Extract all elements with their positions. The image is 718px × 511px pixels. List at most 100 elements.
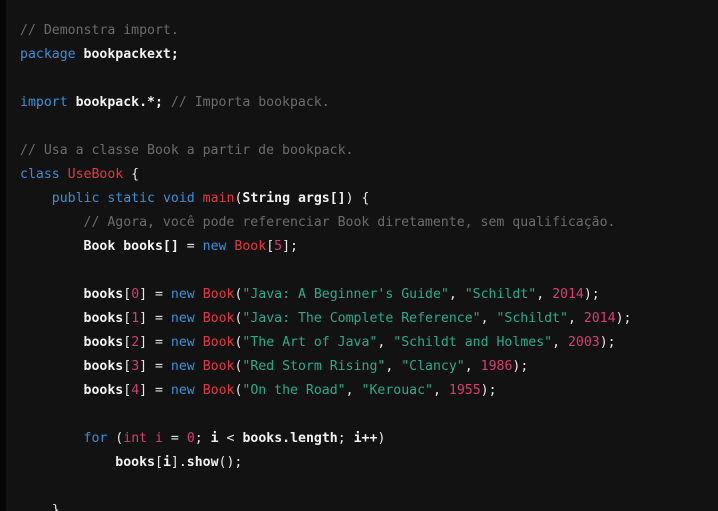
code-line: ​	[6, 475, 718, 499]
code-token-pun: ,	[552, 335, 568, 351]
code-token-pln: show	[186, 455, 219, 471]
code-token-pun: ] =	[139, 383, 171, 399]
code-token-pun: ;	[194, 431, 211, 447]
code-token-kw: class	[20, 167, 60, 183]
code-token-pun	[195, 287, 203, 302]
code-token-num: 2014	[583, 311, 616, 327]
code-token-pun	[195, 191, 203, 206]
code-token-pun: ,	[385, 359, 402, 375]
code-token-str: "Schildt"	[464, 287, 537, 303]
code-token-num: 2014	[552, 287, 584, 303]
code-token-pun: );	[583, 287, 600, 303]
code-token-kw: for	[83, 431, 108, 447]
code-token-pun: [	[123, 287, 132, 303]
code-token-pun: ] =	[139, 335, 171, 351]
code-token-pun: ,	[345, 383, 362, 399]
code-token-kw: public	[51, 191, 100, 207]
code-token-pln: i	[210, 431, 219, 447]
code-token-pun	[147, 431, 155, 446]
code-token-pln: i	[162, 455, 171, 471]
code-line: for (int i = 0; i < books.length; i++)	[6, 427, 718, 451]
code-token-kw: new	[170, 311, 195, 327]
code-token-pun: ();	[218, 455, 243, 471]
code-token-kw: new	[170, 335, 195, 351]
code-line: ​	[6, 403, 718, 427]
code-token-typ: main	[202, 191, 235, 207]
code-token-pln: books	[83, 335, 124, 351]
code-line: books[3] = new Book("Red Storm Rising", …	[6, 355, 718, 379]
code-token-num: 1955	[448, 383, 481, 399]
code-line: ​	[6, 259, 718, 283]
code-token-cmt: // Demonstra import.	[20, 23, 179, 39]
code-token-str: "Red Storm Rising"	[242, 359, 386, 375]
code-token-kw: new	[202, 239, 227, 255]
code-line: import bookpack.*; // Importa bookpack.	[6, 91, 718, 115]
code-token-num: 1986	[480, 359, 513, 375]
code-token-pun: )	[377, 431, 386, 447]
code-token-pun: ,	[567, 311, 584, 327]
code-token-str: "Java: A Beginner's Guide"	[242, 287, 449, 303]
code-line: package bookpackext;	[6, 43, 718, 67]
code-token-pln: books	[83, 311, 124, 327]
code-token-pln: Book books[]	[83, 239, 179, 255]
code-token-pln: books	[83, 383, 124, 399]
code-token-typ: Book	[202, 311, 235, 327]
code-token-pun: <	[218, 431, 243, 447]
code-token-kw: new	[170, 287, 195, 303]
code-token-num: 0	[131, 287, 140, 303]
code-token-pun: );	[599, 335, 616, 351]
code-token-num: 3	[131, 359, 140, 375]
code-token-pln: i++	[353, 431, 378, 447]
code-token-pln: books.length	[242, 431, 338, 447]
code-token-pln: books	[115, 455, 155, 471]
code-line: books[2] = new Book("The Art of Java", "…	[6, 331, 718, 355]
code-token-pun: =	[178, 239, 203, 255]
code-token-pun: );	[480, 383, 497, 399]
source-code-block[interactable]: // Demonstra import. package bookpackext;…	[6, 13, 718, 511]
code-token-cmt: // Importa bookpack.	[170, 95, 330, 111]
code-line: books[i].show();	[6, 451, 718, 475]
code-token-str: "Java: The Complete Reference"	[242, 311, 481, 327]
code-token-pun	[195, 311, 203, 326]
code-token-cmt: // Usa a classe Book a partir de bookpac…	[20, 143, 354, 159]
code-line: books[0] = new Book("Java: A Beginner's …	[6, 283, 718, 307]
code-token-num: 1	[131, 311, 140, 327]
code-token-num: 2	[131, 335, 140, 351]
code-token-pun: ) {	[345, 191, 370, 207]
code-token-pun: }	[51, 503, 60, 511]
code-token-typ: UseBook	[67, 167, 124, 183]
code-line: public static void main(String args[]) {	[6, 187, 718, 211]
code-token-pun: (	[107, 431, 124, 447]
code-token-pun: =	[162, 431, 187, 447]
code-token-pun: ] =	[139, 359, 171, 375]
code-token-pun	[76, 47, 84, 62]
code-line: // Agora, você pode referenciar Book dir…	[6, 211, 718, 235]
code-token-pun	[195, 383, 203, 398]
code-token-pln: books	[83, 359, 124, 375]
code-token-str: "The Art of Java"	[242, 335, 378, 351]
code-token-pln: bookpackext;	[83, 47, 179, 63]
code-token-pun: ,	[464, 359, 481, 375]
code-line: ​	[6, 67, 718, 91]
code-token-pun: ,	[448, 287, 465, 303]
code-token-str: "Schildt"	[496, 311, 568, 327]
code-token-pun: ;	[337, 431, 354, 447]
code-token-pun: [	[123, 311, 132, 327]
code-token-kw: new	[170, 359, 195, 375]
code-token-pun	[163, 95, 171, 110]
code-token-kw: import	[20, 95, 68, 111]
code-line: }	[6, 499, 718, 511]
code-token-var: i	[155, 431, 163, 447]
code-token-pun: ,	[480, 311, 497, 327]
code-token-pun: ].	[170, 455, 187, 471]
code-token-pun: );	[615, 311, 632, 327]
code-token-pun: [	[266, 239, 275, 255]
code-line: // Demonstra import.	[6, 19, 718, 43]
code-line: books[4] = new Book("On the Road", "Kero…	[6, 379, 718, 403]
